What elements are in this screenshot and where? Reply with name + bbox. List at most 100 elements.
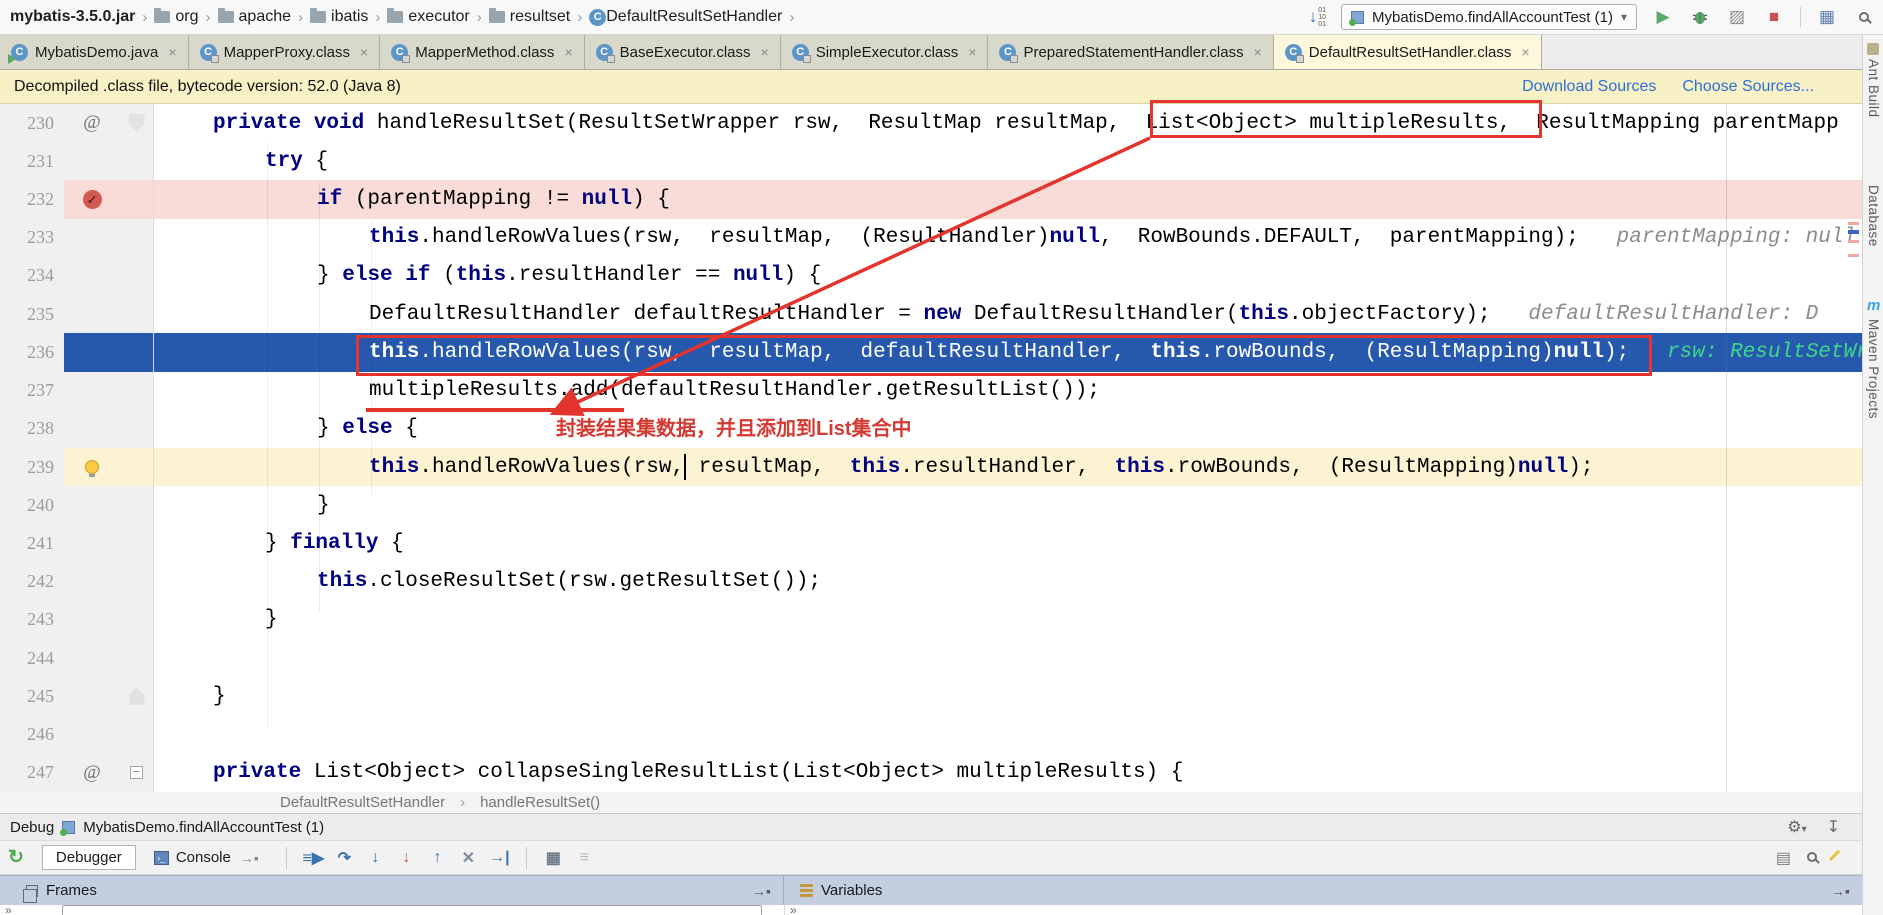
fold-gutter[interactable] [120, 715, 154, 754]
search-class-icon[interactable] [1807, 849, 1817, 867]
breadcrumb-item-class[interactable]: C DefaultResultSetHandler [589, 8, 782, 26]
popout-icon[interactable]: →▪ [1831, 883, 1850, 899]
popout-icon[interactable]: →▪ [752, 883, 771, 899]
layout-grid-icon[interactable]: ▦ [1816, 6, 1838, 28]
code-text[interactable]: private List<Object> collapseSingleResul… [154, 754, 1862, 792]
debug-button[interactable] [1689, 6, 1711, 28]
breadcrumb-class[interactable]: DefaultResultSetHandler [280, 794, 445, 811]
editor-tab[interactable]: C MapperMethod.class × [380, 35, 585, 69]
close-icon[interactable]: × [1254, 44, 1262, 60]
hide-icon[interactable]: ↧ [1827, 817, 1840, 837]
download-sources-link[interactable]: Download Sources [1522, 78, 1656, 96]
code-text[interactable] [154, 716, 1862, 754]
evaluate-expression-icon[interactable]: ▦ [540, 846, 567, 870]
fold-gutter[interactable] [120, 600, 154, 640]
stripe-mark[interactable] [1848, 240, 1859, 243]
breadcrumb-item-org[interactable]: org [154, 8, 199, 26]
fold-gutter[interactable] [120, 333, 154, 372]
gutter-icons[interactable] [64, 256, 120, 296]
code-text[interactable]: multipleResults.add(defaultResultHandler… [154, 372, 1862, 410]
force-step-into-icon[interactable]: ↓ [393, 846, 420, 870]
gutter-icons[interactable] [64, 142, 120, 181]
gutter-icons[interactable]: ✓ [64, 180, 120, 219]
gutter-icons[interactable] [64, 409, 120, 448]
breadcrumb-root[interactable]: mybatis-3.5.0.jar [10, 8, 135, 26]
bytecode-sort-icon[interactable]: ↓ 01 10 01 [1309, 7, 1326, 28]
code-text[interactable]: private void handleResultSet(ResultSetWr… [154, 104, 1862, 142]
fold-gutter[interactable] [120, 524, 154, 563]
gutter-icons[interactable] [64, 524, 120, 563]
fold-gutter[interactable] [120, 295, 154, 334]
fold-gutter[interactable] [120, 447, 154, 487]
coverage-button[interactable]: ▨ [1726, 6, 1748, 28]
show-execution-point-icon[interactable]: ≡▶ [300, 846, 327, 870]
fold-gutter[interactable] [120, 256, 154, 296]
run-config-select[interactable]: MybatisDemo.findAllAccountTest (1) ▾ [1341, 4, 1637, 30]
tool-button-maven-projects[interactable]: Maven Projects [1866, 319, 1881, 419]
gutter-icons[interactable] [64, 677, 120, 716]
run-button[interactable]: ▶ [1652, 6, 1674, 28]
fold-gutter[interactable] [120, 486, 154, 525]
fold-gutter[interactable] [120, 677, 154, 716]
code-text[interactable]: this .handleRowValues(rsw, resultMap, def… [154, 333, 1862, 372]
breadcrumb-item-resultset[interactable]: resultset [488, 8, 570, 26]
code-text[interactable]: DefaultResultHandler defaultResultHandle… [154, 295, 1862, 333]
editor-tab[interactable]: C MybatisDemo.java × [0, 35, 189, 69]
variables-panel-header[interactable]: Variables →▪ [784, 876, 1862, 905]
lightbulb-icon[interactable] [85, 460, 99, 478]
gutter-icons[interactable] [64, 333, 120, 372]
gutter-icons[interactable] [64, 600, 120, 640]
gutter-icons[interactable] [64, 562, 120, 601]
tool-button-ant-build[interactable]: Ant Build [1866, 59, 1881, 118]
step-over-icon[interactable]: ↷ [331, 846, 358, 870]
stripe-mark-exec[interactable] [1848, 230, 1859, 234]
close-icon[interactable]: × [168, 44, 176, 60]
code-text[interactable]: } [154, 601, 1862, 639]
gutter-icons[interactable] [64, 715, 120, 754]
gutter-icons[interactable] [64, 639, 120, 678]
code-text[interactable] [154, 639, 1862, 677]
pencil-icon[interactable] [1828, 849, 1841, 867]
trace-stream-icon[interactable]: ≡ [571, 846, 598, 870]
step-into-icon[interactable]: ↓ [362, 846, 389, 870]
breadcrumb-item-executor[interactable]: executor [387, 8, 470, 26]
code-text[interactable]: } else if (this .resultHandler == null) { [154, 257, 1862, 295]
tool-button-database[interactable]: Database [1866, 185, 1881, 247]
gutter-icons[interactable] [64, 486, 120, 525]
choose-sources-link[interactable]: Choose Sources... [1682, 78, 1814, 96]
gutter-icons[interactable] [64, 371, 120, 410]
fold-gutter[interactable] [120, 142, 154, 181]
thread-dump-icon[interactable]: ▤ [1776, 848, 1791, 868]
fold-gutter[interactable] [120, 409, 154, 448]
code-text[interactable]: this .handleRowValues(rsw, resultMap, thi… [154, 447, 1862, 487]
code-text[interactable]: } [154, 486, 1862, 524]
code-text[interactable]: this .handleRowValues(rsw, resultMap, (Re… [154, 219, 1862, 257]
editor-tab[interactable]: C MapperProxy.class × [188, 35, 381, 69]
gutter-icons[interactable] [64, 447, 120, 487]
fold-gutter[interactable] [120, 371, 154, 410]
fold-minus-icon[interactable]: − [130, 766, 143, 780]
gear-icon[interactable]: ⚙▾ [1787, 817, 1806, 837]
code-text[interactable]: } [154, 677, 1862, 715]
fold-gutter[interactable]: − [120, 753, 154, 792]
editor-tab[interactable]: C PreparedStatementHandler.class × [988, 35, 1274, 69]
frames-panel-header[interactable]: Frames →▪ [0, 876, 784, 905]
fold-gutter[interactable] [120, 104, 154, 143]
fold-close-icon[interactable] [128, 687, 145, 706]
code-text[interactable]: try { [154, 142, 1862, 180]
chevron-right-icon[interactable]: » [790, 905, 797, 915]
fold-gutter[interactable] [120, 180, 154, 219]
fold-open-icon[interactable] [128, 114, 145, 133]
breakpoint-icon[interactable]: ✓ [82, 190, 102, 210]
code-text[interactable]: } else { [154, 410, 1862, 448]
step-out-icon[interactable]: ↑ [424, 846, 451, 870]
editor-tab[interactable]: C SimpleExecutor.class × [780, 35, 989, 69]
close-icon[interactable]: × [1521, 44, 1529, 60]
search-icon[interactable] [1853, 6, 1875, 28]
chevron-right-icon[interactable]: » [5, 905, 12, 915]
ant-build-icon[interactable] [1867, 43, 1879, 55]
threads-dropdown[interactable] [61, 905, 762, 915]
breadcrumb-item-ibatis[interactable]: ibatis [310, 8, 368, 26]
gutter-icons[interactable]: @ [64, 104, 120, 143]
fold-gutter[interactable] [120, 562, 154, 601]
